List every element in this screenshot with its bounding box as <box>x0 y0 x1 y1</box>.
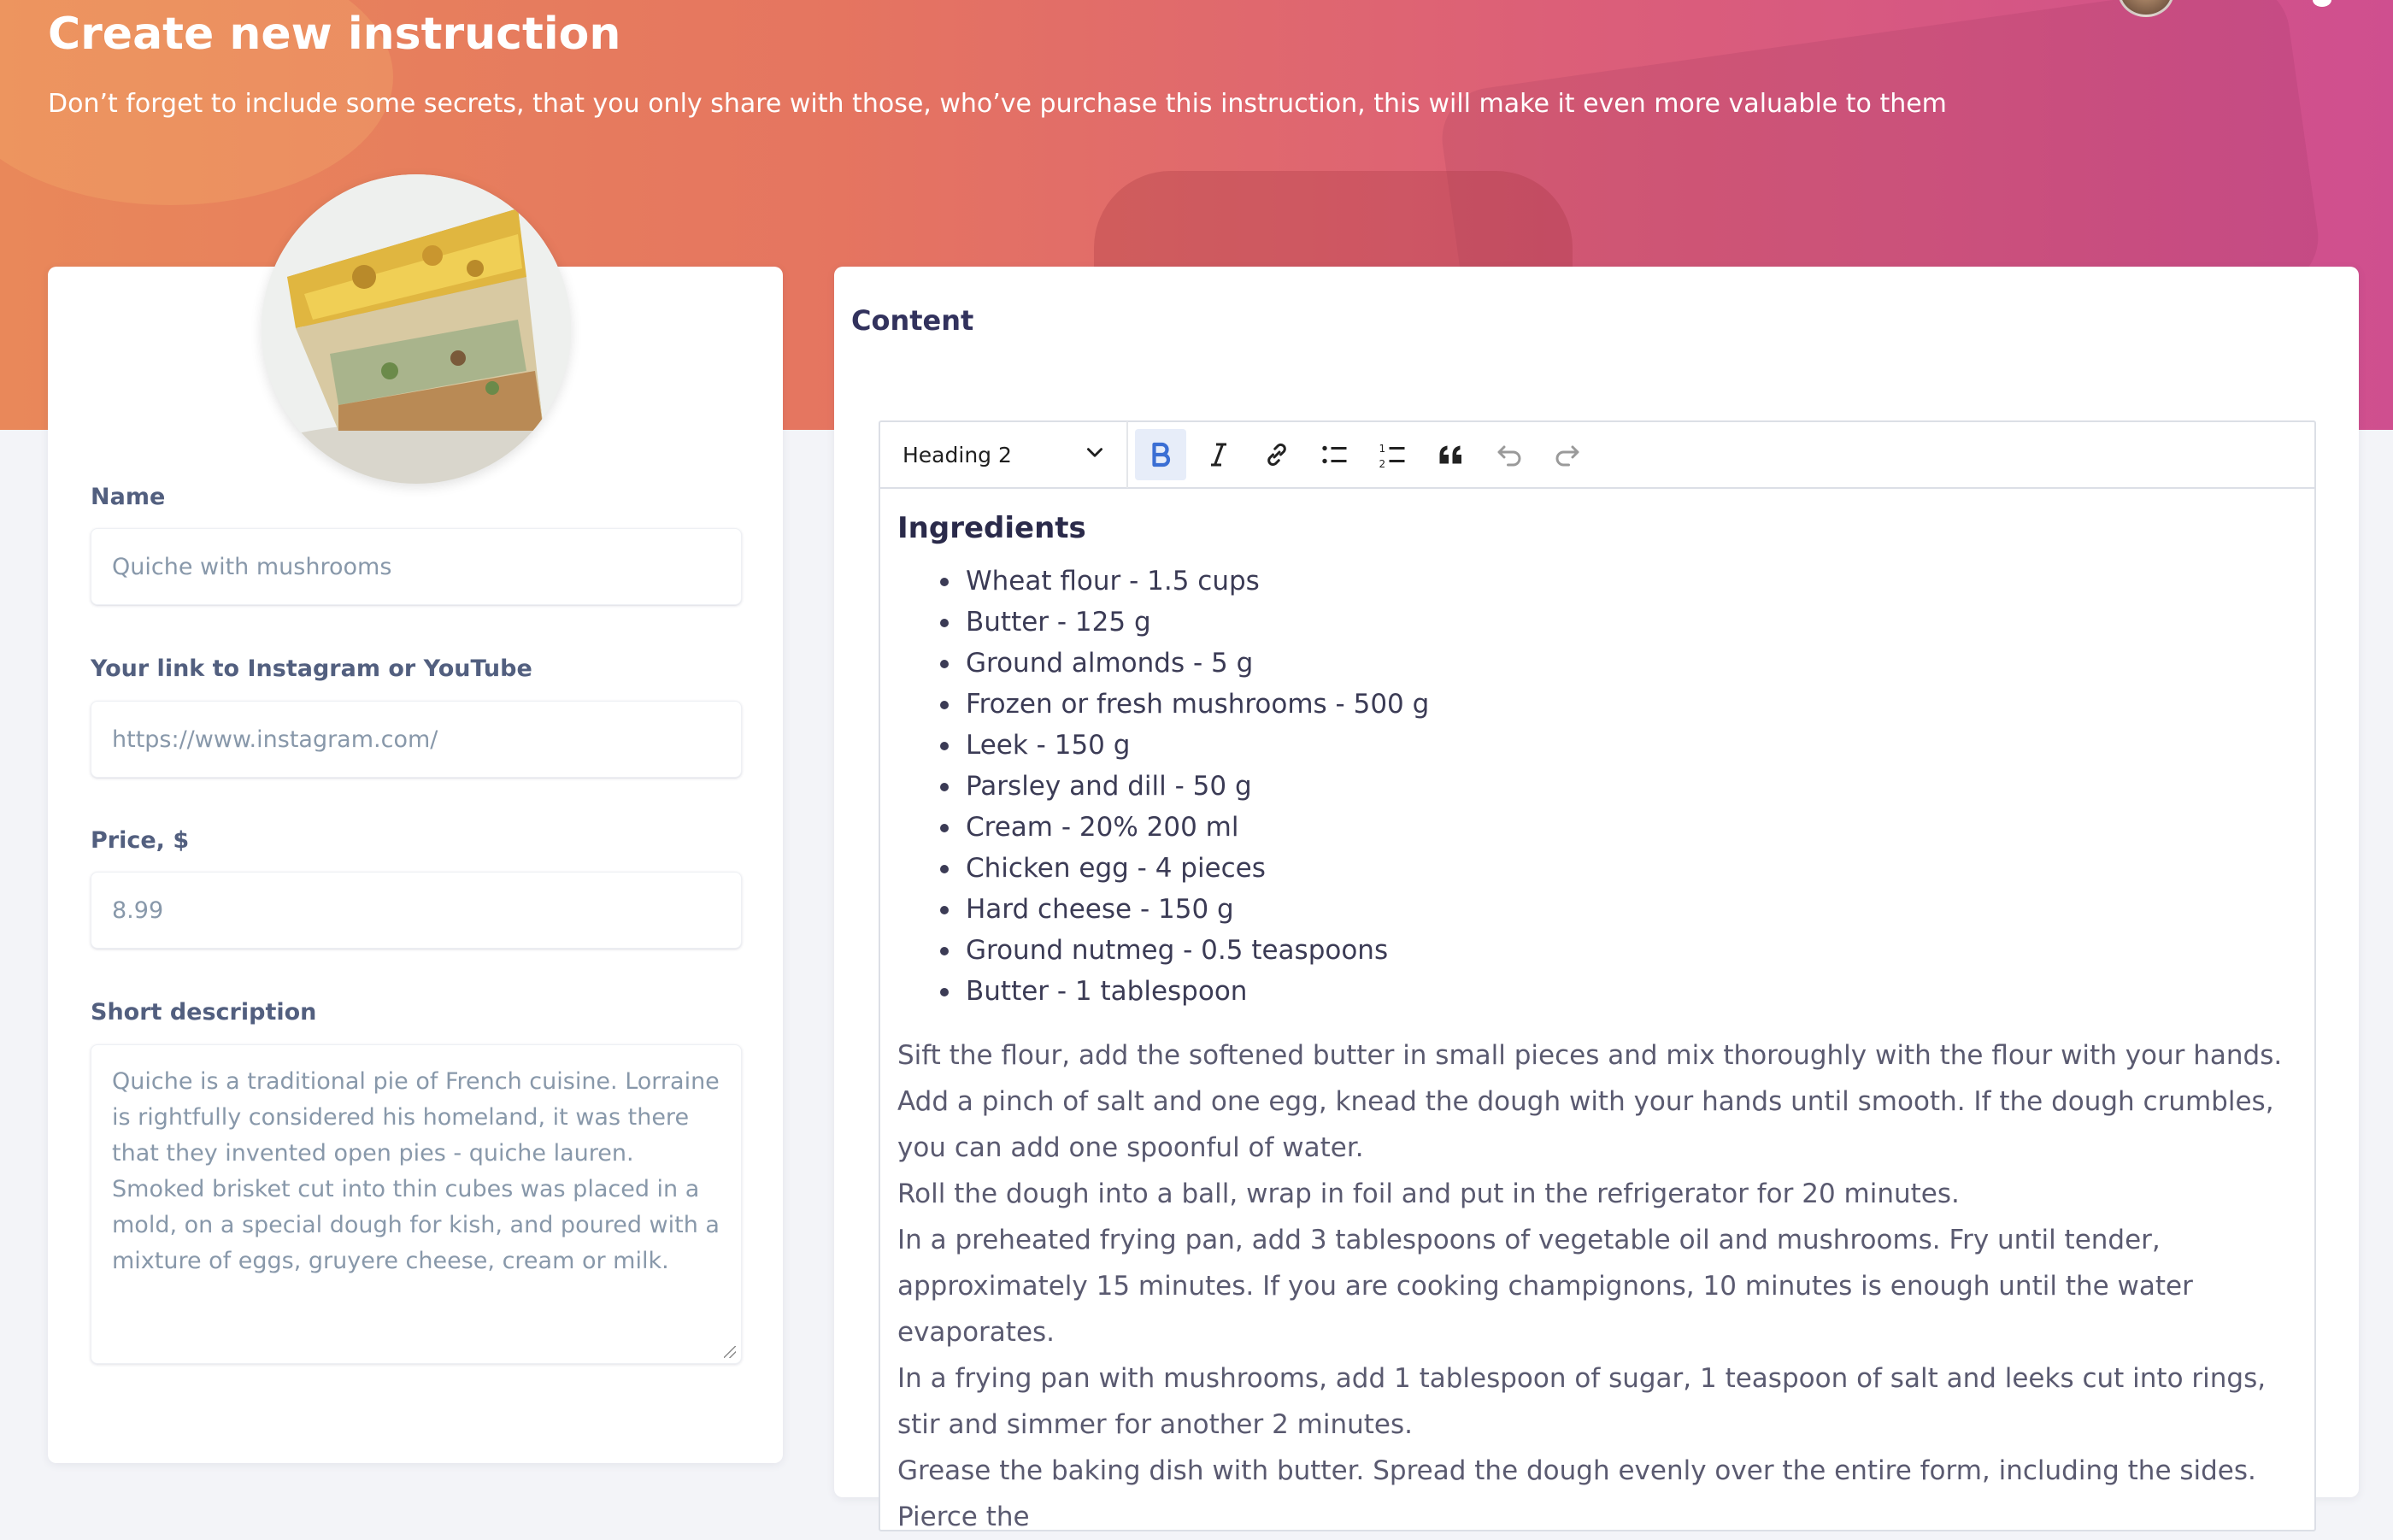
name-label: Name <box>91 484 166 510</box>
numbered-list-icon: 1 2 <box>1379 443 1405 470</box>
resize-handle-icon[interactable] <box>724 1346 736 1358</box>
paragraph: In a frying pan with mushrooms, add 1 ta… <box>897 1363 2267 1440</box>
ingredients-list: Wheat flour - 1.5 cups Butter - 125 g Gr… <box>940 561 2299 1012</box>
link-icon <box>1267 443 1286 467</box>
page-subtitle: Don’t forget to include some secrets, th… <box>48 89 1947 119</box>
paragraph: Sift the flour, add the softened butter … <box>897 1040 2283 1163</box>
paragraph: Roll the dough into a ball, wrap in foil… <box>897 1179 1960 1209</box>
price-input[interactable]: 8.99 <box>91 872 742 949</box>
list-item: Chicken egg - 4 pieces <box>940 848 2299 889</box>
link-input[interactable]: https://www.instagram.com/ <box>91 701 742 778</box>
list-item: Hard cheese - 150 g <box>940 889 2299 930</box>
redo-button[interactable] <box>1542 429 1593 480</box>
list-item: Ground almonds - 5 g <box>940 643 2299 684</box>
list-item: Parsley and dill - 50 g <box>940 766 2299 807</box>
instructions-text: Sift the flour, add the softened butter … <box>897 1032 2299 1540</box>
undo-button[interactable] <box>1484 429 1535 480</box>
bulleted-list-icon <box>1322 445 1347 464</box>
list-item: Leek - 150 g <box>940 725 2299 766</box>
rich-text-editor[interactable]: Heading 2 1 2 Ingredients Wheat flour - … <box>879 420 2316 1532</box>
italic-icon <box>1211 443 1226 467</box>
bold-button[interactable] <box>1135 429 1186 480</box>
heading-select-value: Heading 2 <box>903 442 1012 467</box>
svg-text:1: 1 <box>1379 443 1386 455</box>
description-textarea[interactable]: Quiche is a traditional pie of French cu… <box>91 1044 742 1364</box>
list-item: Wheat flour - 1.5 cups <box>940 561 2299 602</box>
paragraph: In a preheated frying pan, add 3 tablesp… <box>897 1225 2193 1348</box>
editor-toolbar: Heading 2 1 2 <box>880 421 2314 489</box>
recipe-photo[interactable] <box>262 174 571 484</box>
paragraph: Grease the baking dish with butter. Spre… <box>897 1455 2256 1532</box>
chevron-down-icon <box>1087 448 1102 457</box>
content-title: Content <box>851 304 974 337</box>
bulleted-list-button[interactable] <box>1309 429 1361 480</box>
description-label: Short description <box>91 999 317 1026</box>
heading-select[interactable]: Heading 2 <box>880 421 1128 488</box>
page-title: Create new instruction <box>48 9 621 60</box>
editor-content[interactable]: Ingredients Wheat flour - 1.5 cups Butte… <box>897 508 2299 1540</box>
list-item: Butter - 1 tablespoon <box>940 971 2299 1012</box>
quote-icon <box>1439 445 1461 464</box>
numbered-list-button[interactable]: 1 2 <box>1367 429 1419 480</box>
quiche-image <box>262 174 571 484</box>
menu-indicator-icon[interactable] <box>2313 0 2331 7</box>
list-item: Ground nutmeg - 0.5 teaspoons <box>940 930 2299 971</box>
list-item: Cream - 20% 200 ml <box>940 807 2299 848</box>
content-card: Content Heading 2 1 2 Ingredients Wheat … <box>834 267 2359 1532</box>
name-input[interactable]: Quiche with mushrooms <box>91 528 742 605</box>
price-label: Price, $ <box>91 827 190 854</box>
blockquote-button[interactable] <box>1426 429 1477 480</box>
link-label: Your link to Instagram or YouTube <box>91 655 532 682</box>
ingredients-heading: Ingredients <box>897 511 1086 545</box>
redo-icon <box>1555 445 1579 467</box>
bold-icon <box>1152 442 1171 467</box>
list-item: Frozen or fresh mushrooms - 500 g <box>940 684 2299 725</box>
description-text: Quiche is a traditional pie of French cu… <box>112 1068 720 1274</box>
list-item: Butter - 125 g <box>940 602 2299 643</box>
undo-icon <box>1497 445 1521 467</box>
italic-button[interactable] <box>1193 429 1244 480</box>
svg-text:2: 2 <box>1379 458 1386 470</box>
link-button[interactable] <box>1251 429 1302 480</box>
